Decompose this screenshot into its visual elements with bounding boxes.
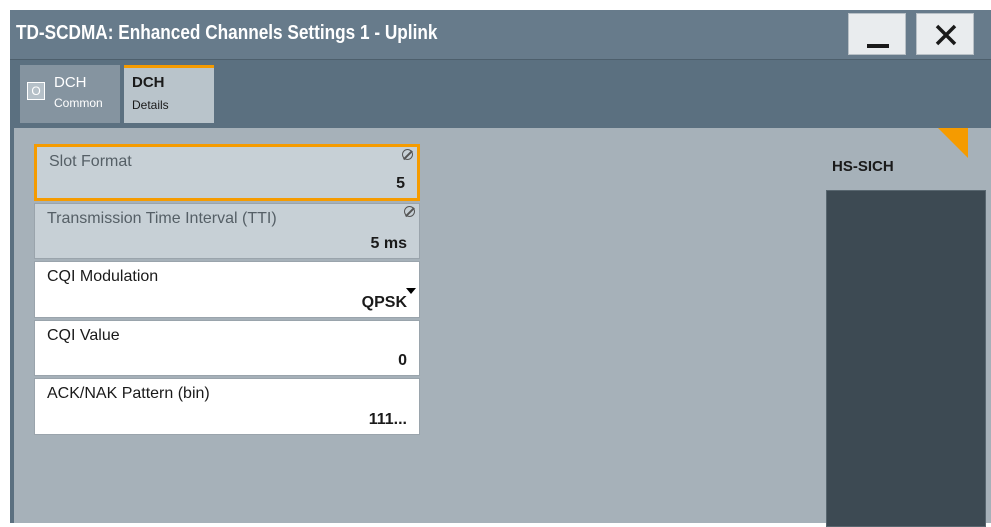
slot-format-value: 5	[396, 175, 405, 192]
slot-format-label: Slot Format	[49, 153, 132, 170]
dialog-window: TD-SCDMA: Enhanced Channels Settings 1 -…	[10, 10, 991, 527]
hs-sich-block[interactable]	[826, 190, 986, 527]
ack-nak-pattern-field[interactable]: ACK/NAK Pattern (bin) 111...	[34, 378, 420, 435]
cqi-value-value: 0	[398, 352, 407, 369]
close-icon	[935, 24, 957, 46]
tab-label-line2: Common	[54, 96, 103, 110]
cqi-value-label: CQI Value	[47, 327, 120, 344]
tab-label-line1: DCH	[54, 74, 87, 91]
minimize-button[interactable]	[848, 13, 906, 55]
window-title: TD-SCDMA: Enhanced Channels Settings 1 -…	[16, 22, 438, 44]
state-indicator-icon: O	[27, 82, 45, 100]
dropdown-arrow-icon	[406, 288, 416, 294]
tab-label-line1: DCH	[132, 74, 165, 91]
tab-label-line2: Details	[132, 98, 169, 112]
tab-strip: O DCH Common DCH Details	[10, 60, 991, 123]
tti-value: 5 ms	[370, 235, 407, 252]
slot-format-field[interactable]: Slot Format 5	[34, 144, 420, 201]
close-button[interactable]	[916, 13, 974, 55]
read-only-icon	[402, 149, 413, 160]
ack-nak-pattern-value: 111...	[368, 411, 407, 428]
minimize-icon	[867, 44, 889, 48]
cqi-value-field[interactable]: CQI Value 0	[34, 320, 420, 376]
tab-dch-details[interactable]: DCH Details	[124, 65, 214, 123]
tti-label: Transmission Time Interval (TTI)	[47, 210, 277, 227]
cqi-modulation-dropdown[interactable]: CQI Modulation QPSK	[34, 261, 420, 318]
read-only-icon	[404, 206, 415, 217]
details-panel: Slot Format 5 Transmission Time Interval…	[10, 124, 991, 527]
tti-field[interactable]: Transmission Time Interval (TTI) 5 ms	[34, 203, 420, 259]
hs-sich-label: HS-SICH	[832, 158, 894, 175]
cqi-modulation-label: CQI Modulation	[47, 268, 159, 285]
cqi-modulation-value: QPSK	[361, 294, 407, 311]
tab-dch-common[interactable]: O DCH Common	[20, 65, 120, 123]
ack-nak-pattern-label: ACK/NAK Pattern (bin)	[47, 385, 210, 402]
title-bar: TD-SCDMA: Enhanced Channels Settings 1 -…	[10, 10, 991, 60]
hs-sich-corner-marker	[938, 128, 968, 158]
